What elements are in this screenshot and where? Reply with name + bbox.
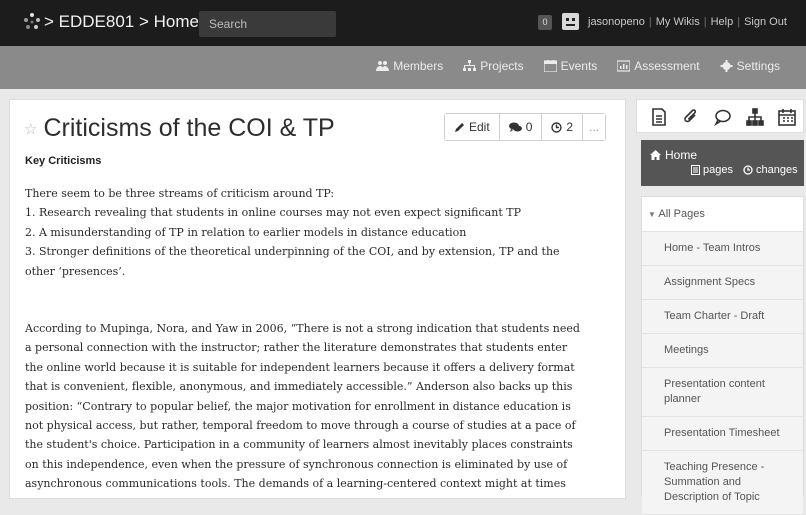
paragraph: According to Mupinga, Nora, and Yaw in 2… bbox=[25, 322, 580, 491]
comment-icon[interactable] bbox=[714, 108, 732, 126]
notification-count-badge[interactable]: 0 bbox=[538, 15, 552, 30]
current-page-box[interactable]: Home pages changes bbox=[641, 140, 804, 186]
assessment-icon bbox=[617, 60, 631, 72]
home-label: Home bbox=[665, 148, 698, 162]
changes-link-label: changes bbox=[755, 164, 798, 176]
events-tab-label: Events bbox=[560, 59, 598, 73]
pages-icon bbox=[691, 165, 700, 175]
page-actions: Edit 0 2 ... bbox=[444, 113, 607, 141]
pages-link-label: pages bbox=[703, 164, 733, 176]
section-heading: Key Criticisms bbox=[25, 155, 102, 167]
sidebar-page-item[interactable]: Assignment Specs bbox=[642, 266, 803, 300]
top-bar: > EDDE801 > Home 0 jasonopeno|My Wikis|H… bbox=[0, 0, 806, 46]
home-links: pages changes bbox=[691, 164, 798, 176]
projects-tab[interactable]: Projects bbox=[463, 59, 524, 73]
my-wikis-link[interactable]: My Wikis bbox=[656, 16, 700, 28]
projects-tab-label: Projects bbox=[480, 59, 524, 73]
pages-link[interactable]: pages bbox=[691, 164, 733, 176]
clock-icon bbox=[743, 165, 753, 175]
followers-button[interactable]: 2 bbox=[542, 114, 584, 140]
sidebar-page-item[interactable]: Team Charter - Draft bbox=[642, 300, 803, 334]
edit-button-label: Edit bbox=[469, 120, 490, 134]
home-link[interactable]: Home bbox=[650, 148, 697, 162]
sub-nav-bar: Members Projects Events Assessment Setti… bbox=[0, 46, 806, 89]
page-content: ☆ Criticisms of the COI & TP Edit 0 2 ..… bbox=[9, 99, 626, 499]
settings-tab[interactable]: Settings bbox=[720, 59, 780, 73]
members-tab-label: Members bbox=[393, 59, 444, 73]
logo-icon[interactable] bbox=[22, 12, 42, 32]
members-tab[interactable]: Members bbox=[376, 59, 443, 73]
paragraph: 2. A misunderstanding of TP in relation … bbox=[25, 225, 467, 239]
user-links: jasonopeno | My Wikis | Help | Sign Out bbox=[588, 16, 787, 28]
followers-count: 2 bbox=[566, 120, 574, 134]
calendar-icon bbox=[543, 60, 557, 72]
calendar-icon[interactable] bbox=[778, 108, 796, 126]
sidebar-page-item[interactable]: Presentation Timesheet bbox=[642, 417, 803, 451]
sidebar-page-item[interactable]: Meetings bbox=[642, 334, 803, 368]
page-tools-bar bbox=[636, 99, 804, 133]
events-tab[interactable]: Events bbox=[543, 59, 598, 73]
sidebar-page-item[interactable]: Teaching Presence - Summation and Descri… bbox=[642, 451, 803, 515]
comments-icon bbox=[508, 122, 522, 132]
all-pages-toggle[interactable]: ▼ All Pages bbox=[642, 197, 803, 232]
user-name-link[interactable]: jasonopeno bbox=[588, 16, 645, 28]
gear-icon bbox=[720, 60, 733, 72]
star-icon[interactable]: ☆ bbox=[24, 120, 37, 138]
members-icon bbox=[376, 61, 390, 71]
comments-count: 0 bbox=[525, 120, 533, 134]
paragraph: There seem to be three streams of critic… bbox=[25, 187, 335, 200]
avatar[interactable] bbox=[562, 13, 579, 30]
home-icon bbox=[650, 150, 661, 160]
assessment-tab-label: Assessment bbox=[634, 59, 700, 73]
page-info-icon[interactable] bbox=[650, 108, 668, 126]
more-button[interactable]: ... bbox=[583, 114, 606, 140]
pencil-icon bbox=[455, 122, 464, 132]
sidebar-page-item[interactable]: Home - Team Intros bbox=[642, 232, 803, 266]
projects-icon bbox=[463, 60, 477, 71]
clock-icon bbox=[551, 121, 563, 133]
page-body: There seem to be three streams of critic… bbox=[25, 184, 585, 494]
sidebar-page-item[interactable]: Presentation content planner bbox=[642, 368, 803, 417]
breadcrumb[interactable]: > EDDE801 > Home bbox=[44, 12, 199, 32]
sign-out-link[interactable]: Sign Out bbox=[744, 16, 787, 28]
changes-link[interactable]: changes bbox=[743, 164, 798, 176]
paragraph: 1. Research revealing that students in o… bbox=[25, 206, 521, 220]
page-title-text: Criticisms of the COI & TP bbox=[43, 114, 335, 142]
hierarchy-icon[interactable] bbox=[746, 108, 764, 126]
search-input[interactable] bbox=[199, 11, 336, 37]
all-pages-label: All Pages bbox=[658, 208, 705, 220]
settings-tab-label: Settings bbox=[736, 59, 780, 73]
edit-button[interactable]: Edit bbox=[445, 114, 500, 140]
comments-button[interactable]: 0 bbox=[499, 114, 543, 140]
paragraph: 3. Stronger definitions of the theoretic… bbox=[25, 245, 560, 278]
pages-sidebar: ▼ All Pages Home - Team Intros Assignmen… bbox=[641, 196, 804, 515]
attachment-icon[interactable] bbox=[682, 108, 700, 126]
wiki-nav: Members Projects Events Assessment Setti… bbox=[376, 59, 780, 73]
page-title: ☆ Criticisms of the COI & TP bbox=[24, 114, 335, 143]
caret-down-icon: ▼ bbox=[648, 210, 656, 219]
help-link[interactable]: Help bbox=[711, 16, 734, 28]
assessment-tab[interactable]: Assessment bbox=[617, 59, 700, 73]
